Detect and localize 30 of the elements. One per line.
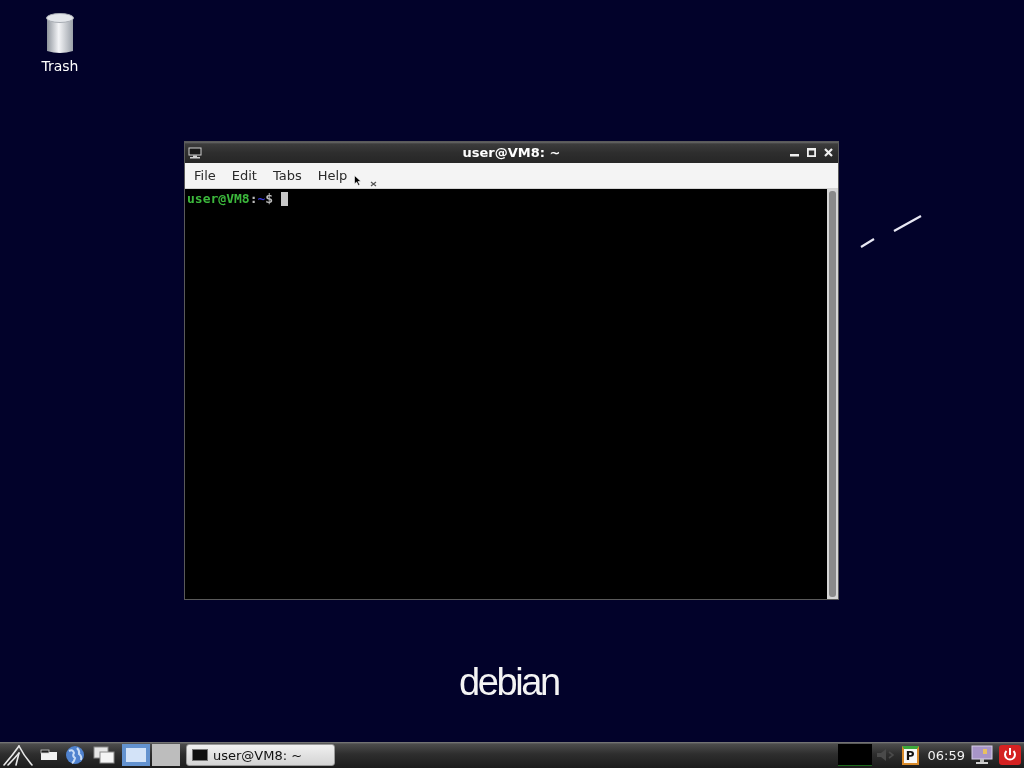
clock[interactable]: 06:59 xyxy=(927,747,965,763)
menu-item[interactable]: File xyxy=(186,166,224,185)
taskbar-window-button[interactable]: user@VM8: ~ xyxy=(186,744,335,766)
desktop-switcher-tile[interactable] xyxy=(122,744,150,766)
menu-item[interactable]: Tabs xyxy=(264,166,310,185)
terminal-icon[interactable] xyxy=(188,146,202,159)
wallpaper-logo-text: debian xyxy=(459,660,559,705)
window-title: user@VM8: ~ xyxy=(461,145,562,160)
close-icon[interactable] xyxy=(824,148,833,157)
menu-item[interactable]: Edit xyxy=(223,166,265,185)
maximize-icon[interactable] xyxy=(807,148,816,157)
desktop-switcher-tile[interactable] xyxy=(152,744,180,766)
swoosh-logo-icon[interactable] xyxy=(2,744,34,766)
overlapping-windows-icon[interactable] xyxy=(93,746,115,764)
power-icon[interactable] xyxy=(999,745,1021,765)
cross-mark-icon xyxy=(370,181,377,187)
terminal-icon xyxy=(192,749,208,761)
mouse-pointer-icon xyxy=(354,175,362,186)
menu-item[interactable]: Help xyxy=(309,166,356,185)
trash-can-icon[interactable] xyxy=(45,13,75,55)
clipboard-applet[interactable]: P xyxy=(901,745,919,765)
globe-icon[interactable] xyxy=(65,745,85,765)
folder-icon[interactable] xyxy=(40,749,58,761)
trash-shortcut[interactable]: Trash xyxy=(32,13,88,75)
light-streak xyxy=(860,238,875,248)
load-graph-drawing[interactable] xyxy=(837,744,872,766)
terminal-prompt: user@VM8:~$ xyxy=(187,191,275,207)
light-streak xyxy=(893,215,922,232)
monitor-icon[interactable] xyxy=(971,745,993,765)
block-cursor-icon xyxy=(280,192,288,206)
